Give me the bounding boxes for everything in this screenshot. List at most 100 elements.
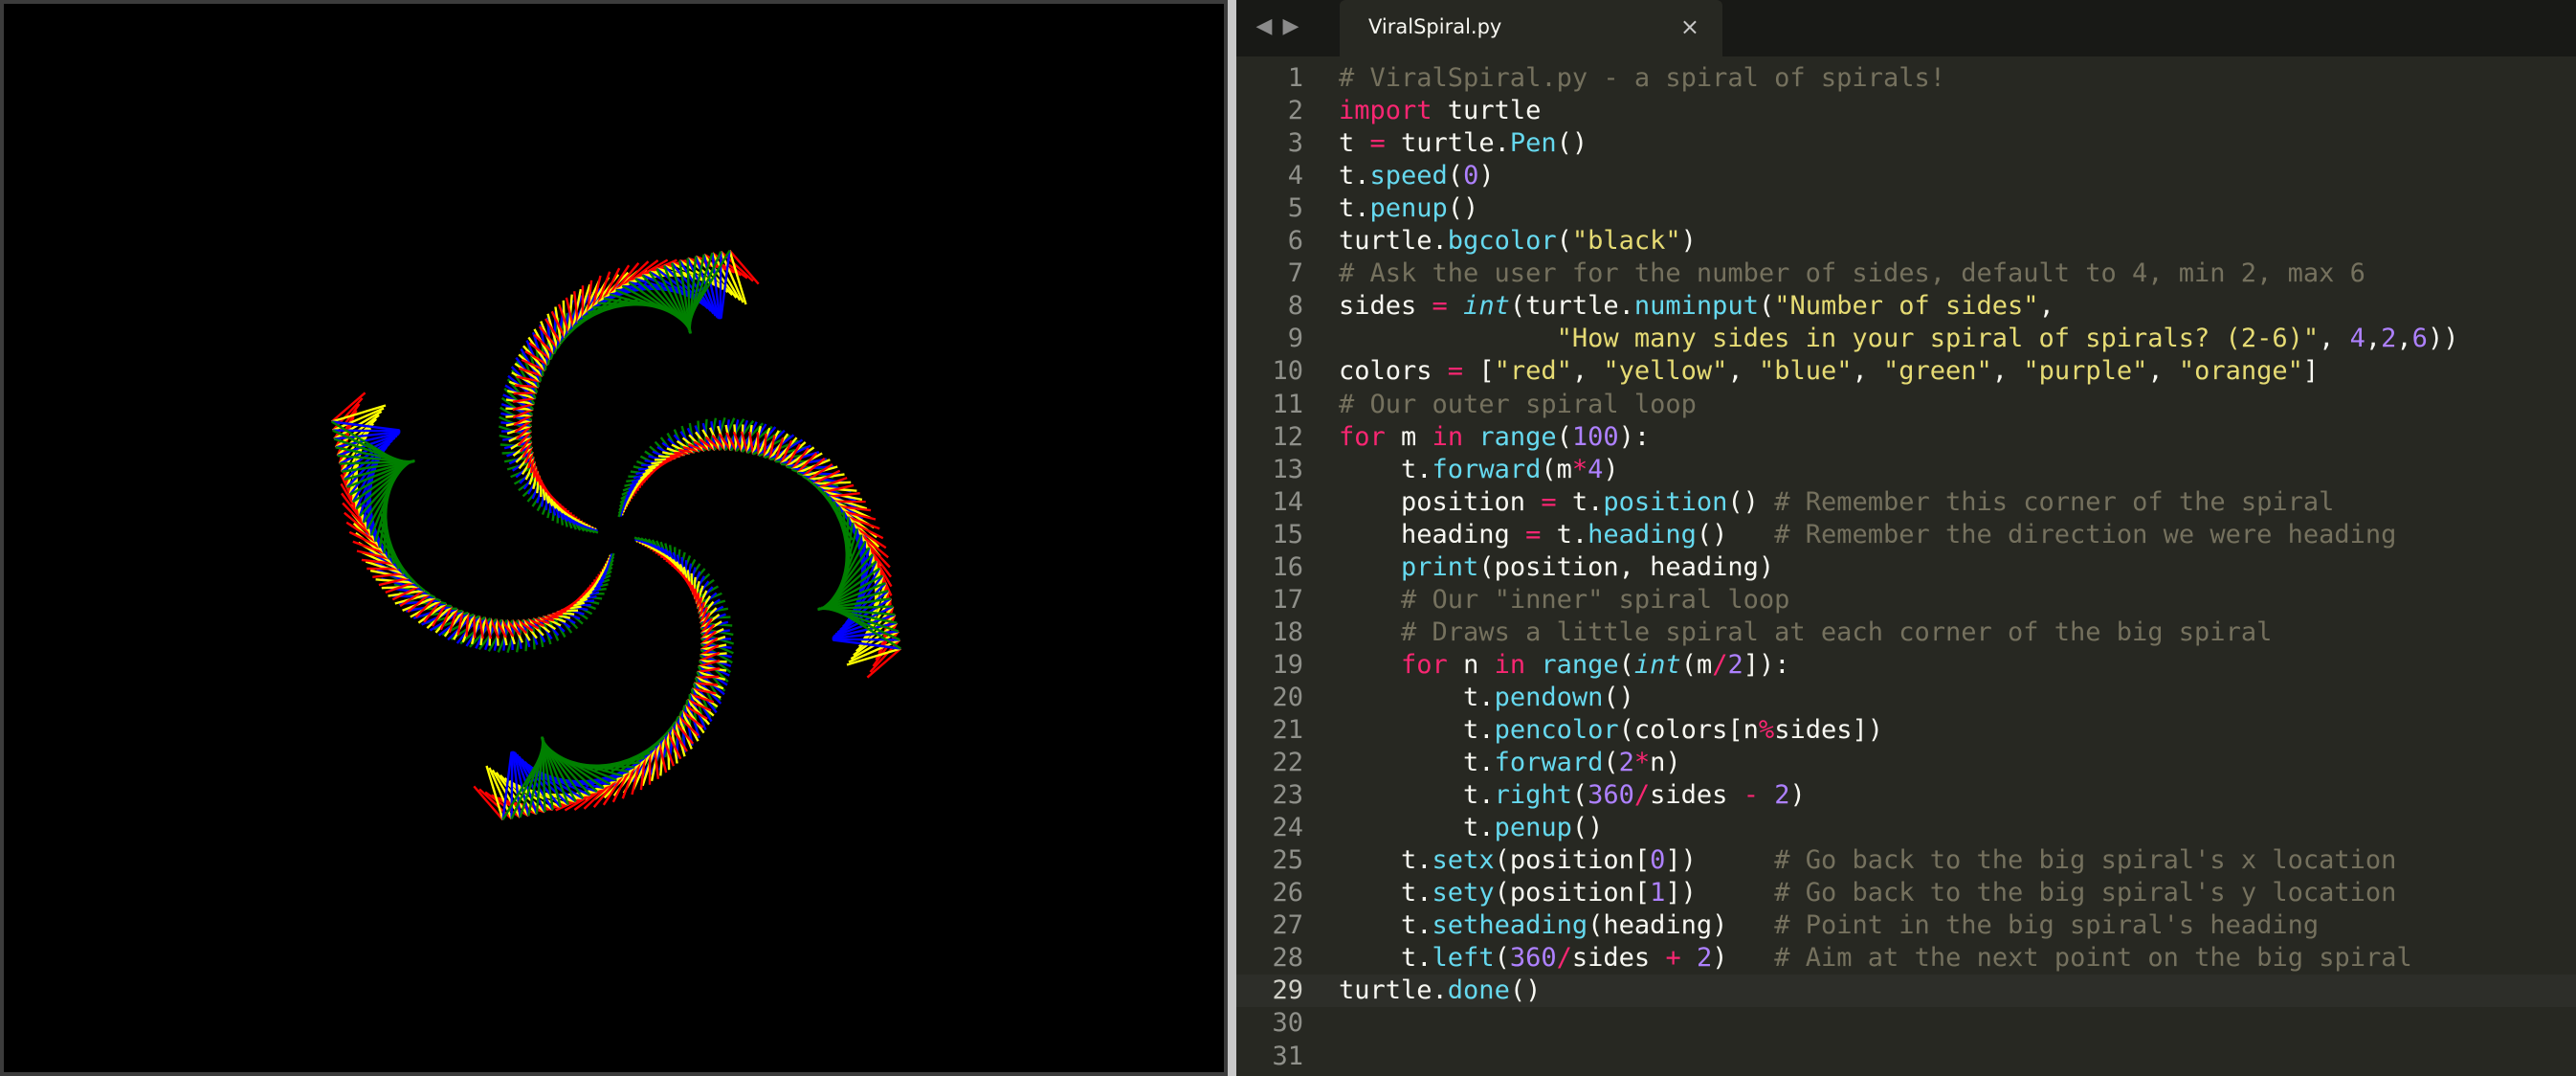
line-number: 6 bbox=[1287, 226, 1303, 257]
code-line[interactable]: 9 "How many sides in your spiral of spir… bbox=[1236, 323, 2576, 355]
code-token: t. bbox=[1339, 748, 1495, 778]
code-line[interactable]: 18 # Draws a little spiral at each corne… bbox=[1236, 616, 2576, 649]
code-line[interactable]: 5 t.penup() bbox=[1236, 192, 2576, 225]
code-token: # Ask the user for the number of sides, … bbox=[1339, 258, 2365, 289]
code-token: # Our outer spiral loop bbox=[1339, 389, 1697, 419]
code-line[interactable]: 14 position = t.position() # Remember th… bbox=[1236, 486, 2576, 519]
code-token: , bbox=[1571, 356, 1604, 387]
code-text: t = turtle.Pen() bbox=[1339, 127, 1588, 160]
line-number: 18 bbox=[1272, 616, 1303, 647]
code-line[interactable]: 2 import turtle bbox=[1236, 95, 2576, 127]
line-number: 19 bbox=[1272, 649, 1303, 680]
code-token: ]) bbox=[1665, 845, 1775, 876]
window-divider[interactable] bbox=[1228, 0, 1236, 1076]
chevron-left-icon[interactable]: ◀ bbox=[1252, 11, 1277, 42]
code-line[interactable]: 21 t.pencolor(colors[n%sides]) bbox=[1236, 714, 2576, 747]
code-line[interactable]: 11 # Our outer spiral loop bbox=[1236, 389, 2576, 421]
code-token: ) bbox=[1789, 780, 1806, 811]
code-token: * bbox=[1633, 748, 1651, 778]
code-text: print(position, heading) bbox=[1339, 551, 1774, 584]
code-text: turtle.done() bbox=[1339, 975, 1541, 1007]
code-token: , bbox=[2038, 291, 2054, 322]
code-line[interactable]: 15 heading = t.heading() # Remember the … bbox=[1236, 519, 2576, 551]
code-line[interactable]: 30 bbox=[1236, 1007, 2576, 1040]
code-line[interactable]: 12 for m in range(100): bbox=[1236, 421, 2576, 454]
code-line[interactable]: 20 t.pendown() bbox=[1236, 682, 2576, 714]
code-line[interactable]: 28 t.left(360/sides + 2) # Aim at the ne… bbox=[1236, 942, 2576, 975]
code-area[interactable]: 1 # ViralSpiral.py - a spiral of spirals!… bbox=[1236, 56, 2576, 1076]
code-token: ( bbox=[1494, 943, 1510, 974]
code-line[interactable]: 29 turtle.done() bbox=[1236, 975, 2576, 1008]
code-line[interactable]: 23 t.right(360/sides - 2) bbox=[1236, 779, 2576, 812]
code-text: heading = t.heading() # Remember the dir… bbox=[1339, 519, 2396, 551]
code-text: "How many sides in your spiral of spiral… bbox=[1339, 323, 2459, 355]
code-token: import bbox=[1339, 96, 1432, 126]
code-token: = bbox=[1525, 519, 1542, 549]
code-line[interactable]: 27 t.setheading(heading) # Point in the … bbox=[1236, 909, 2576, 942]
code-token: "black" bbox=[1571, 226, 1681, 257]
code-token: sides bbox=[1339, 291, 1432, 322]
spiral-stroke bbox=[332, 429, 401, 433]
chevron-right-icon[interactable]: ▶ bbox=[1278, 11, 1303, 42]
line-number: 4 bbox=[1287, 161, 1303, 191]
code-token: () bbox=[1727, 486, 1775, 517]
code-token: )) bbox=[2427, 324, 2459, 354]
code-line[interactable]: 4 t.speed(0) bbox=[1236, 160, 2576, 192]
code-token: # ViralSpiral.py - a spiral of spirals! bbox=[1339, 63, 1945, 93]
spiral-stroke bbox=[756, 432, 760, 457]
code-token: # Go back to the big spiral's y location bbox=[1774, 878, 2397, 908]
code-token: turtle. bbox=[1339, 975, 1448, 1006]
code-line[interactable]: 16 print(position, heading) bbox=[1236, 551, 2576, 584]
code-token: "yellow" bbox=[1603, 356, 1728, 387]
code-text: t.pendown() bbox=[1339, 682, 1634, 714]
spiral-arms bbox=[330, 249, 902, 821]
code-token: t. bbox=[1339, 943, 1432, 974]
close-icon[interactable]: × bbox=[1680, 13, 1699, 40]
code-token: t. bbox=[1541, 519, 1588, 549]
code-line[interactable]: 24 t.penup() bbox=[1236, 812, 2576, 844]
code-token: , bbox=[1991, 356, 2024, 387]
tab-viralspiral[interactable]: ViralSpiral.py × bbox=[1340, 0, 1722, 56]
code-token: heading bbox=[1588, 519, 1697, 549]
code-line[interactable]: 19 for n in range(int(m/2]): bbox=[1236, 649, 2576, 682]
code-token: (position[ bbox=[1494, 878, 1651, 908]
code-token: ) bbox=[1680, 226, 1697, 257]
code-text: turtle.bgcolor("black") bbox=[1339, 225, 1697, 258]
code-token: (m bbox=[1680, 649, 1713, 680]
code-text: t.forward(2*n) bbox=[1339, 747, 1681, 779]
code-token: penup bbox=[1369, 193, 1448, 224]
code-line[interactable]: 3 t = turtle.Pen() bbox=[1236, 127, 2576, 160]
line-number: 7 bbox=[1287, 258, 1303, 289]
code-line[interactable]: 22 t.forward(2*n) bbox=[1236, 747, 2576, 779]
code-token: ] bbox=[2302, 356, 2320, 387]
line-number: 22 bbox=[1272, 748, 1303, 778]
code-token: , bbox=[1852, 356, 1883, 387]
code-line[interactable]: 1 # ViralSpiral.py - a spiral of spirals! bbox=[1236, 62, 2576, 95]
code-token: , bbox=[1727, 356, 1759, 387]
code-token: ( bbox=[1556, 226, 1572, 257]
code-line[interactable]: 7 # Ask the user for the number of sides,… bbox=[1236, 258, 2576, 290]
code-token: done bbox=[1447, 975, 1510, 1006]
code-token: turtle bbox=[1432, 96, 1542, 126]
code-line[interactable]: 10 colors = ["red", "yellow", "blue", "gr… bbox=[1236, 355, 2576, 388]
code-token: () bbox=[1509, 975, 1542, 1006]
code-token: ) bbox=[1712, 943, 1775, 974]
code-line[interactable]: 17 # Our "inner" spiral loop bbox=[1236, 584, 2576, 616]
code-token: () bbox=[1447, 193, 1479, 224]
code-token: "purple" bbox=[2023, 356, 2148, 387]
code-line[interactable]: 25 t.setx(position[0]) # Go back to the … bbox=[1236, 844, 2576, 877]
code-line[interactable]: 31 bbox=[1236, 1041, 2576, 1073]
code-line[interactable]: 26 t.sety(position[1]) # Go back to the … bbox=[1236, 877, 2576, 909]
code-line[interactable]: 13 t.forward(m*4) bbox=[1236, 454, 2576, 486]
code-line[interactable]: 6 turtle.bgcolor("black") bbox=[1236, 225, 2576, 258]
code-token: 4 bbox=[1588, 454, 1604, 484]
code-token: forward bbox=[1432, 454, 1542, 484]
code-token: t. bbox=[1339, 193, 1370, 224]
code-token: ( bbox=[1571, 780, 1588, 811]
spiral-stroke bbox=[719, 251, 722, 320]
code-token: setx bbox=[1432, 845, 1495, 876]
code-line[interactable]: 8 sides = int(turtle.numinput("Number of … bbox=[1236, 290, 2576, 323]
code-token: 100 bbox=[1571, 421, 1619, 452]
